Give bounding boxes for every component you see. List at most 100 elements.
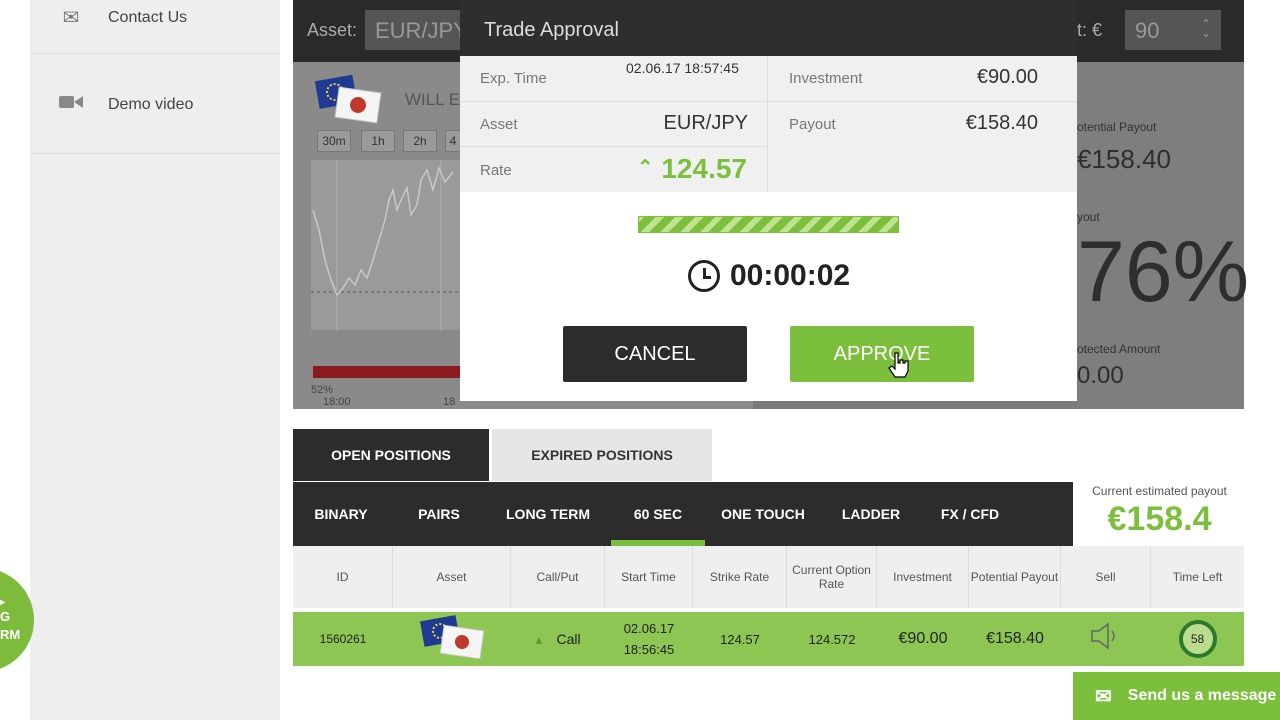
strike-rate: 124.57 bbox=[720, 631, 760, 647]
column-header: Current Option Rate bbox=[787, 546, 877, 608]
payout-percent-value: 76% bbox=[1077, 224, 1250, 320]
x-tick-label: 18:00 bbox=[323, 396, 351, 408]
rate-value-group: ⌃ 124.57 bbox=[637, 153, 747, 185]
stepper-arrows-icon: ⌃ ⌄ bbox=[1200, 17, 1211, 40]
call-put-value: Call bbox=[556, 631, 581, 647]
long-term-fab-button[interactable]: ▸ G RM bbox=[0, 568, 34, 672]
eur-jpy-flags-icon bbox=[416, 614, 488, 665]
payout-label: Payout bbox=[789, 116, 836, 133]
column-header: ID bbox=[293, 546, 393, 608]
call-arrow-icon: ▴ bbox=[535, 630, 543, 647]
countdown-value: 00:00:02 bbox=[730, 259, 851, 292]
column-header: Start Time bbox=[605, 546, 693, 608]
payout-percent-label: yout bbox=[1077, 210, 1100, 224]
sidebar-item-contact-us[interactable]: ✉ Contact Us bbox=[30, 0, 280, 54]
potential-payout-label: otential Payout bbox=[1077, 120, 1157, 134]
tab-60-sec[interactable]: 60 SEC bbox=[611, 482, 705, 546]
estimated-payout-label: Current estimated payout bbox=[1092, 484, 1227, 498]
protected-amount-label: otected Amount bbox=[1077, 342, 1161, 356]
sidebar-item-demo-video[interactable]: Demo video bbox=[30, 56, 280, 154]
potential-payout-value: €158.40 bbox=[1077, 144, 1171, 174]
row-divider bbox=[460, 146, 767, 147]
speaker-icon[interactable] bbox=[1090, 622, 1122, 656]
asset-cell bbox=[393, 612, 511, 666]
send-message-button[interactable]: ✉ Send us a message bbox=[1073, 672, 1280, 720]
time-left-cell: 58 bbox=[1151, 612, 1244, 666]
rate-up-icon: ⌃ bbox=[636, 157, 654, 179]
dialog-title: Trade Approval bbox=[484, 19, 619, 41]
send-message-label: Send us a message bbox=[1127, 687, 1277, 704]
will-direction-label: WILL E bbox=[405, 90, 461, 109]
trade-approval-dialog: Trade Approval Exp. Time Asset Rate EUR/… bbox=[460, 0, 1077, 401]
video-camera-icon bbox=[58, 93, 84, 116]
timeframe-2h-button[interactable]: 2h bbox=[403, 130, 437, 152]
asset-value: EUR/JPY bbox=[663, 112, 748, 134]
tab-ladder[interactable]: LADDER bbox=[821, 482, 921, 546]
cancel-button[interactable]: CANCEL bbox=[563, 326, 747, 382]
x-tick-label: 18 bbox=[443, 396, 456, 408]
dialog-header: Trade Approval bbox=[460, 0, 1077, 56]
exp-time-value: 02.06.17 18:57:45 bbox=[626, 60, 739, 76]
estimated-payout-value: €158.4 bbox=[1107, 500, 1212, 538]
time-left-value: 58 bbox=[1178, 620, 1217, 658]
column-header: Strike Rate bbox=[693, 546, 787, 608]
rate-label: Rate bbox=[480, 162, 512, 179]
exp-time-label: Exp. Time bbox=[480, 70, 547, 87]
investment-select[interactable]: 90 ⌃ ⌄ bbox=[1125, 10, 1221, 50]
potential-payout-value: €158.40 bbox=[986, 630, 1044, 647]
investment-value: 90 bbox=[1135, 18, 1160, 43]
trade-details: Exp. Time Asset Rate EUR/JPY Investment … bbox=[460, 56, 1077, 192]
column-header: Time Left bbox=[1172, 570, 1223, 584]
start-time-cell: 02.06.17 18:56:45 bbox=[605, 612, 693, 666]
tab-pairs[interactable]: PAIRS bbox=[389, 482, 489, 546]
asset-label: Asset bbox=[480, 116, 518, 133]
position-id: 1560261 bbox=[319, 632, 367, 646]
investment-label: t: € bbox=[1077, 20, 1103, 40]
sentiment-percent: 52% bbox=[311, 384, 334, 396]
rate-value: 124.57 bbox=[661, 153, 747, 184]
column-header: Investment bbox=[877, 546, 969, 608]
column-header: Asset bbox=[393, 546, 511, 608]
fab-arrow-icon: ▸ bbox=[0, 597, 6, 608]
column-header: Call/Put bbox=[511, 546, 605, 608]
payout-summary: otential Payout €158.40 yout 76% otected… bbox=[1077, 62, 1249, 409]
start-time: 18:56:45 bbox=[623, 642, 675, 657]
tab-binary[interactable]: BINARY bbox=[293, 482, 389, 546]
category-tabs: BINARY PAIRS LONG TERM 60 SEC ONE TOUCH … bbox=[293, 482, 1073, 546]
eur-jpy-flags-icon bbox=[314, 74, 385, 126]
clock-icon bbox=[688, 260, 720, 292]
tab-open-positions[interactable]: OPEN POSITIONS bbox=[293, 429, 489, 481]
sidebar-item-label: Contact Us bbox=[108, 8, 188, 26]
sidebar-item-label: Demo video bbox=[108, 95, 194, 113]
row-divider bbox=[460, 101, 1077, 102]
column-header: Potential Payout bbox=[969, 546, 1061, 608]
tab-long-term[interactable]: LONG TERM bbox=[489, 482, 607, 546]
investment-label: Investment bbox=[789, 70, 863, 87]
call-put-cell: ▴ Call bbox=[511, 612, 605, 666]
column-header: Sell bbox=[1061, 546, 1151, 608]
protected-amount-value: 0.00 bbox=[1077, 362, 1124, 389]
timeframe-1h-button[interactable]: 1h bbox=[361, 130, 395, 152]
approval-progress-bar bbox=[638, 216, 899, 233]
table-row[interactable]: 1560261 ▴ Call 02.06.17 18:56:45 124.57 … bbox=[293, 612, 1244, 666]
envelope-icon: ✉ bbox=[62, 7, 80, 29]
fab-text-line-1: G bbox=[0, 609, 11, 624]
timeframe-4h-button[interactable]: 4 bbox=[445, 130, 461, 152]
hand-cursor-icon bbox=[888, 344, 910, 378]
fab-text-line-2: RM bbox=[0, 627, 21, 642]
approve-label: APPROVE bbox=[833, 343, 931, 365]
investment-value: €90.00 bbox=[898, 630, 948, 647]
timeframe-30m-button[interactable]: 30m bbox=[317, 130, 351, 152]
current-option-rate: 124.572 bbox=[808, 631, 856, 647]
tab-fx-cfd[interactable]: FX / CFD bbox=[921, 482, 1019, 546]
sidebar: ✉ Contact Us Demo video bbox=[30, 0, 280, 720]
investment-value: €90.00 bbox=[976, 66, 1038, 88]
asset-select[interactable]: EUR/JPY bbox=[365, 10, 468, 50]
approve-button[interactable]: APPROVE bbox=[790, 326, 974, 382]
asset-label: Asset: bbox=[307, 20, 358, 40]
tab-one-touch[interactable]: ONE TOUCH bbox=[705, 482, 821, 546]
column-divider bbox=[767, 56, 768, 192]
start-date: 02.06.17 bbox=[623, 621, 675, 636]
tab-expired-positions[interactable]: EXPIRED POSITIONS bbox=[492, 429, 712, 481]
payout-value: €158.40 bbox=[965, 112, 1038, 134]
